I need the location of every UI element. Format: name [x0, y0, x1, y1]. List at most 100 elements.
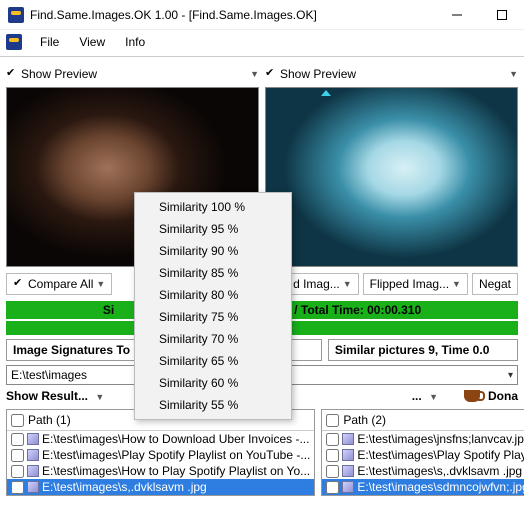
list-item[interactable]: E:\test\images\Play Spotify Playlist on …	[7, 447, 314, 463]
file-icon	[342, 481, 354, 493]
d-imag-label: d Imag...	[293, 277, 340, 291]
minimize-button[interactable]	[434, 0, 479, 30]
item-checkbox[interactable]	[326, 433, 339, 446]
similarity-option[interactable]: Similarity 100 %	[137, 196, 289, 218]
menu-file[interactable]: File	[30, 32, 69, 52]
menu-view[interactable]: View	[69, 32, 115, 52]
item-checkbox[interactable]	[11, 481, 24, 494]
item-label: E:\test\images\How to Download Uber Invo…	[42, 432, 309, 446]
similarity-option[interactable]: Similarity 65 %	[137, 350, 289, 372]
check-icon	[6, 68, 18, 80]
item-label: E:\test\images\jnsfns;lanvcav.jpg	[357, 432, 524, 446]
file-icon	[27, 433, 39, 445]
file-icon	[342, 465, 354, 477]
list-item[interactable]: E:\test\images\jnsfns;lanvcav.jpg	[322, 431, 524, 447]
item-checkbox[interactable]	[326, 481, 339, 494]
similarity-option[interactable]: Similarity 95 %	[137, 218, 289, 240]
list-right: Path (2) E:\test\images\jnsfns;lanvcav.j…	[321, 409, 524, 496]
similarity-option[interactable]: Similarity 85 %	[137, 262, 289, 284]
chevron-down-icon: ▼	[95, 392, 104, 402]
stat-center: 884 / Total Time: 00:00.310	[271, 303, 421, 317]
list-right-header-checkbox[interactable]	[326, 414, 339, 427]
window-title: Find.Same.Images.OK 1.00 - [Find.Same.Im…	[30, 8, 434, 22]
show-preview-left-label: Show Preview	[21, 67, 97, 81]
preview-image-right[interactable]	[265, 87, 518, 267]
list-item[interactable]: E:\test\images\Play Spotify Playlist on …	[322, 447, 524, 463]
similarity-option[interactable]: Similarity 60 %	[137, 372, 289, 394]
compare-all-label: Compare All	[28, 277, 93, 291]
similarity-popup[interactable]: Similarity 100 % Similarity 95 % Similar…	[134, 192, 292, 420]
d-imag-button[interactable]: d Imag... ▼	[286, 273, 359, 295]
similarity-option[interactable]: Similarity 70 %	[137, 328, 289, 350]
list-right-header[interactable]: Path (2)	[322, 410, 524, 431]
item-label: E:\test\images\sdmncojwfvn;.jpg	[357, 480, 524, 494]
info-right: Similar pictures 9, Time 0.0	[328, 339, 518, 361]
donate-button[interactable]: Dona	[488, 389, 518, 403]
menu-info[interactable]: Info	[115, 32, 155, 52]
list-left-body: E:\test\images\How to Download Uber Invo…	[7, 431, 314, 495]
list-item-selected[interactable]: E:\test\images\s,.dvklsavm .jpg	[7, 479, 314, 495]
dots-label: ...	[412, 389, 422, 403]
similarity-option[interactable]: Similarity 75 %	[137, 306, 289, 328]
maximize-icon	[497, 10, 507, 20]
show-result-label: Show Result...	[6, 389, 88, 403]
item-label: E:\test\images\s,.dvklsavm .jpg	[42, 480, 207, 494]
coffee-icon	[464, 390, 480, 402]
divider	[0, 56, 524, 59]
file-icon	[27, 449, 39, 461]
item-label: E:\test\images\Play Spotify Playlist on …	[42, 448, 310, 462]
item-checkbox[interactable]	[326, 465, 339, 478]
file-lists: Path (1) E:\test\images\How to Download …	[0, 409, 524, 496]
chevron-down-icon: ▼	[96, 279, 105, 289]
app-icon-small	[6, 34, 22, 50]
app-icon	[8, 7, 24, 23]
item-checkbox[interactable]	[11, 433, 24, 446]
list-item[interactable]: E:\test\images\How to Play Spotify Playl…	[7, 463, 314, 479]
flipped-button[interactable]: Flipped Imag... ▼	[363, 273, 468, 295]
minimize-icon	[452, 10, 462, 20]
item-checkbox[interactable]	[11, 449, 24, 462]
similarity-option[interactable]: Similarity 90 %	[137, 240, 289, 262]
item-checkbox[interactable]	[326, 449, 339, 462]
list-right-body: E:\test\images\jnsfns;lanvcav.jpg E:\tes…	[322, 431, 524, 495]
show-preview-right-label: Show Preview	[280, 67, 356, 81]
path-combo-right[interactable]	[265, 365, 518, 385]
item-label: E:\test\images\s,.dvklsavm .jpg	[357, 464, 522, 478]
negat-button[interactable]: Negat	[472, 273, 518, 295]
right-pane: Show Preview ▼	[265, 65, 518, 267]
flipped-label: Flipped Imag...	[370, 277, 449, 291]
chevron-down-icon: ▼	[343, 279, 352, 289]
file-icon	[27, 481, 39, 493]
item-label: E:\test\images\How to Play Spotify Playl…	[42, 464, 310, 478]
check-icon	[265, 68, 277, 80]
chevron-down-icon: ▼	[452, 279, 461, 289]
list-right-header-label: Path (2)	[343, 413, 386, 427]
compare-all-button[interactable]: Compare All ▼	[6, 273, 112, 295]
dots-button[interactable]: ... ▼	[412, 389, 438, 403]
list-left-header-checkbox[interactable]	[11, 414, 24, 427]
item-checkbox[interactable]	[11, 465, 24, 478]
stat-left: Si	[103, 303, 114, 317]
show-preview-left-toggle[interactable]: Show Preview ▼	[6, 65, 259, 83]
list-item[interactable]: E:\test\images\s,.dvklsavm .jpg	[322, 463, 524, 479]
chevron-down-icon: ▼	[429, 392, 438, 402]
chevron-down-icon: ▼	[509, 69, 518, 79]
progress-right	[265, 321, 518, 335]
check-icon	[13, 278, 25, 290]
list-item[interactable]: E:\test\images\How to Download Uber Invo…	[7, 431, 314, 447]
titlebar: Find.Same.Images.OK 1.00 - [Find.Same.Im…	[0, 0, 524, 30]
show-result-button[interactable]: Show Result... ▼	[6, 389, 104, 403]
file-icon	[342, 449, 354, 461]
donate-label: Dona	[488, 389, 518, 403]
item-label: E:\test\images\Play Spotify Playlist on …	[357, 448, 524, 462]
maximize-button[interactable]	[479, 0, 524, 30]
list-item-selected[interactable]: E:\test\images\sdmncojwfvn;.jpg	[322, 479, 524, 495]
similarity-option[interactable]: Similarity 55 %	[137, 394, 289, 416]
file-icon	[342, 433, 354, 445]
list-left-header-label: Path (1)	[28, 413, 71, 427]
show-preview-right-toggle[interactable]: Show Preview ▼	[265, 65, 518, 83]
menubar: File View Info	[0, 30, 524, 54]
file-icon	[27, 465, 39, 477]
negat-label: Negat	[479, 277, 511, 291]
similarity-option[interactable]: Similarity 80 %	[137, 284, 289, 306]
